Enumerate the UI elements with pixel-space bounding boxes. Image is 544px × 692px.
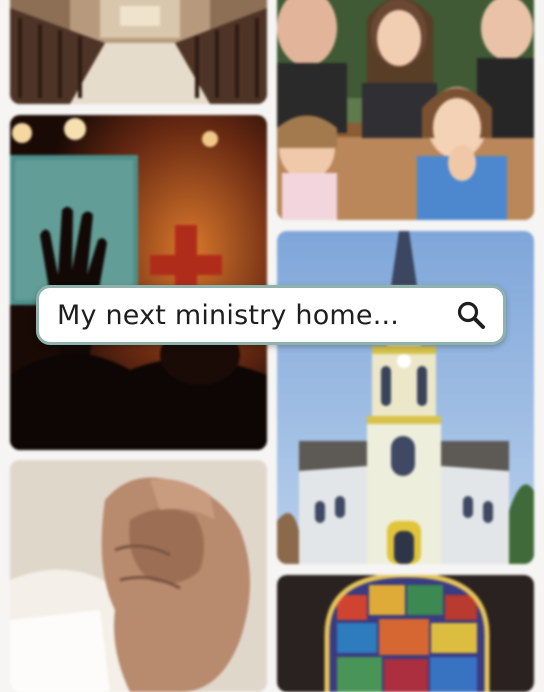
stained-glass-window-photo[interactable] <box>277 575 534 692</box>
family-image <box>277 0 534 220</box>
praying-hands-image <box>10 460 267 692</box>
church-building-image <box>277 231 534 564</box>
ministry-search-bar[interactable]: My next ministry home... <box>36 285 506 345</box>
church-interior-image <box>10 0 267 104</box>
church-interior-pews-photo[interactable] <box>10 0 267 104</box>
raised-hand-worship-photo[interactable] <box>10 115 267 450</box>
stained-glass-image <box>277 575 534 692</box>
worship-image <box>10 115 267 450</box>
praying-hands-bible-photo[interactable] <box>10 460 267 692</box>
family-in-pews-photo[interactable] <box>277 0 534 220</box>
search-input-text[interactable]: My next ministry home... <box>57 300 455 331</box>
yellow-white-church-building-photo[interactable] <box>277 231 534 564</box>
search-icon[interactable] <box>455 299 487 331</box>
